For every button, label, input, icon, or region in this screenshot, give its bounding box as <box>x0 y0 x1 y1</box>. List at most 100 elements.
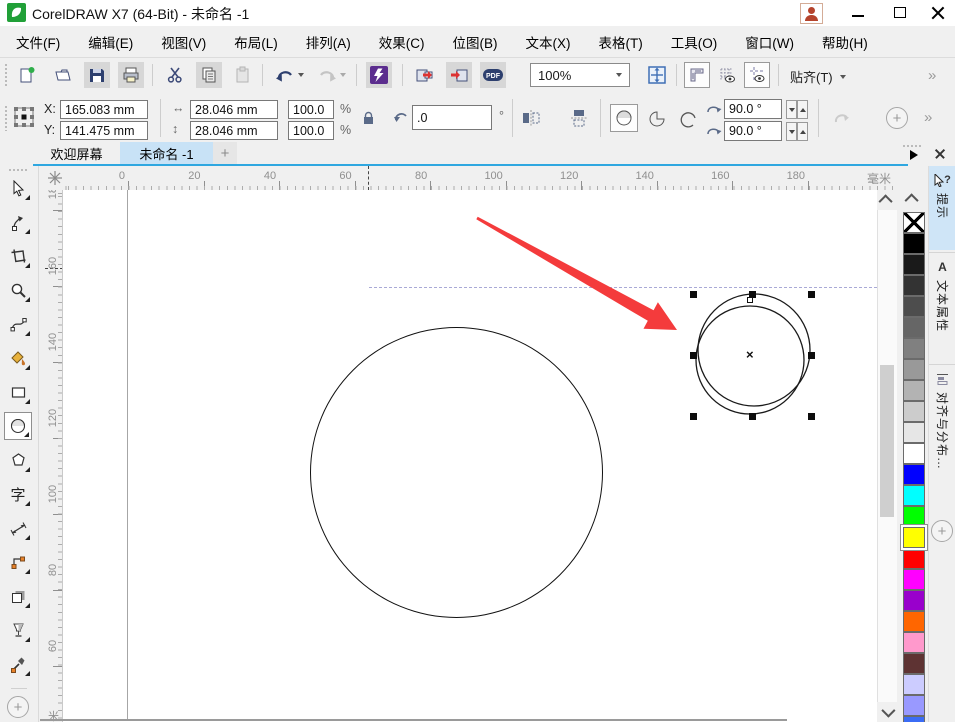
menu-item-edit[interactable]: 编辑(E) <box>88 32 133 52</box>
palette-swatch[interactable] <box>903 653 925 674</box>
menu-item-file[interactable]: 文件(F) <box>16 32 60 52</box>
freehand-tool[interactable] <box>4 310 32 338</box>
object-width-field[interactable]: 28.046 mm <box>190 100 278 119</box>
new-document-button[interactable] <box>14 62 40 88</box>
start-angle-down-button[interactable] <box>786 100 797 119</box>
undo-dropdown[interactable] <box>298 73 304 77</box>
toolbox-grip[interactable] <box>8 168 28 172</box>
close-button[interactable] <box>920 0 954 26</box>
palette-swatch[interactable] <box>903 359 925 380</box>
transparency-tool[interactable] <box>4 616 32 644</box>
palette-swatch[interactable] <box>903 317 925 338</box>
menu-item-view[interactable]: 视图(V) <box>161 32 206 52</box>
palette-swatch[interactable] <box>903 212 925 233</box>
palette-swatch[interactable] <box>903 506 925 527</box>
zoom-level-combo[interactable]: 100% <box>530 63 630 87</box>
palette-swatch[interactable] <box>903 695 925 716</box>
menu-item-window[interactable]: 窗口(W) <box>745 32 794 52</box>
crop-tool[interactable] <box>4 242 32 270</box>
show-grid-button[interactable] <box>714 62 740 88</box>
docker-tab-hints[interactable]: ? 提示 <box>929 166 955 250</box>
y-position-field[interactable]: 141.475 mm <box>60 121 148 140</box>
copy-button[interactable] <box>196 62 222 88</box>
end-angle-down-button[interactable] <box>786 122 797 141</box>
palette-swatch[interactable] <box>903 275 925 296</box>
x-position-field[interactable]: 165.083 mm <box>60 100 148 119</box>
end-angle-field[interactable]: 90.0 ° <box>724 121 782 141</box>
selection-handle-se[interactable] <box>808 413 815 420</box>
redo-dropdown[interactable] <box>340 73 346 77</box>
selection-handle-w[interactable] <box>690 352 697 359</box>
menu-item-tools[interactable]: 工具(O) <box>671 32 718 52</box>
horizontal-ruler[interactable]: 毫米 0 20 40 60 80 100 120 140 160 180 <box>63 166 897 191</box>
swap-direction-button[interactable] <box>828 105 854 131</box>
search-content-button[interactable] <box>366 62 392 88</box>
toolbox-customize-button[interactable]: + <box>7 696 29 718</box>
shape-tool[interactable] <box>4 208 32 236</box>
docker-tab-text-properties[interactable]: A 文本属性 <box>929 252 955 364</box>
palette-swatch[interactable] <box>903 674 925 695</box>
drawing-canvas[interactable]: × <box>63 190 877 722</box>
minimize-button[interactable] <box>841 0 875 26</box>
palette-swatch[interactable] <box>903 380 925 401</box>
palette-swatch[interactable] <box>903 464 925 485</box>
pie-mode-button[interactable] <box>644 106 670 132</box>
undo-button[interactable] <box>272 62 298 88</box>
end-angle-up-button[interactable] <box>797 122 808 141</box>
toolbar-overflow-button[interactable]: » <box>928 67 936 84</box>
color-eyedropper-tool[interactable] <box>4 650 32 678</box>
start-angle-up-button[interactable] <box>797 100 808 119</box>
print-button[interactable] <box>118 62 144 88</box>
account-sign-in-icon[interactable] <box>800 3 823 24</box>
palette-swatch[interactable] <box>903 254 925 275</box>
selection-handle-sw[interactable] <box>690 413 697 420</box>
ellipse-mode-button[interactable] <box>610 104 638 132</box>
ellipse-node-marker[interactable] <box>747 297 753 303</box>
lock-ratio-icon[interactable] <box>362 111 375 125</box>
ellipse-tool[interactable] <box>4 412 32 440</box>
object-height-field[interactable]: 28.046 mm <box>190 121 278 140</box>
menu-item-table[interactable]: 表格(T) <box>599 32 643 52</box>
rotation-angle-field[interactable]: .0 <box>412 105 492 130</box>
maximize-button[interactable] <box>883 0 917 26</box>
export-button[interactable] <box>446 62 472 88</box>
docker-close-icon[interactable] <box>934 148 946 160</box>
palette-swatch[interactable] <box>903 443 925 464</box>
menu-item-help[interactable]: 帮助(H) <box>822 32 868 52</box>
menu-item-text[interactable]: 文本(X) <box>526 32 571 52</box>
menu-item-arrange[interactable]: 排列(A) <box>306 32 351 52</box>
paste-button[interactable] <box>230 62 256 88</box>
palette-swatch[interactable] <box>903 401 925 422</box>
palette-scroll-up-button[interactable] <box>904 193 919 208</box>
save-button[interactable] <box>84 62 110 88</box>
propbar-grip[interactable] <box>4 105 8 131</box>
palette-swatch[interactable] <box>903 590 925 611</box>
scroll-down-button[interactable] <box>877 702 897 722</box>
mirror-horizontal-button[interactable] <box>518 105 544 131</box>
palette-swatch[interactable] <box>903 422 925 443</box>
palette-swatch[interactable] <box>903 527 925 548</box>
show-guidelines-button[interactable] <box>744 62 770 88</box>
ruler-origin[interactable] <box>45 166 63 190</box>
palette-swatch[interactable] <box>903 338 925 359</box>
cut-button[interactable] <box>162 62 188 88</box>
docker-grip[interactable] <box>902 144 922 148</box>
dimension-tool[interactable] <box>4 514 32 542</box>
publish-pdf-button[interactable]: PDF <box>480 62 506 88</box>
menu-item-effects[interactable]: 效果(C) <box>379 32 425 52</box>
palette-swatch[interactable] <box>903 716 925 722</box>
add-docker-button[interactable]: + <box>931 520 953 542</box>
import-button[interactable] <box>412 62 438 88</box>
smart-fill-tool[interactable] <box>4 344 32 372</box>
pick-tool[interactable] <box>4 174 32 202</box>
zoom-tool[interactable] <box>4 276 32 304</box>
docker-tab-align-distribute[interactable]: 对齐与分布… <box>929 364 955 504</box>
redo-button[interactable] <box>314 62 340 88</box>
drop-shadow-tool[interactable] <box>4 582 32 610</box>
quick-customize-button[interactable]: + <box>886 107 908 129</box>
scale-v-field[interactable]: 100.0 <box>288 121 334 140</box>
arc-mode-button[interactable] <box>676 106 702 132</box>
menu-item-layout[interactable]: 布局(L) <box>234 32 278 52</box>
selected-circle-outer[interactable] <box>697 293 811 407</box>
show-rulers-button[interactable] <box>684 62 710 88</box>
